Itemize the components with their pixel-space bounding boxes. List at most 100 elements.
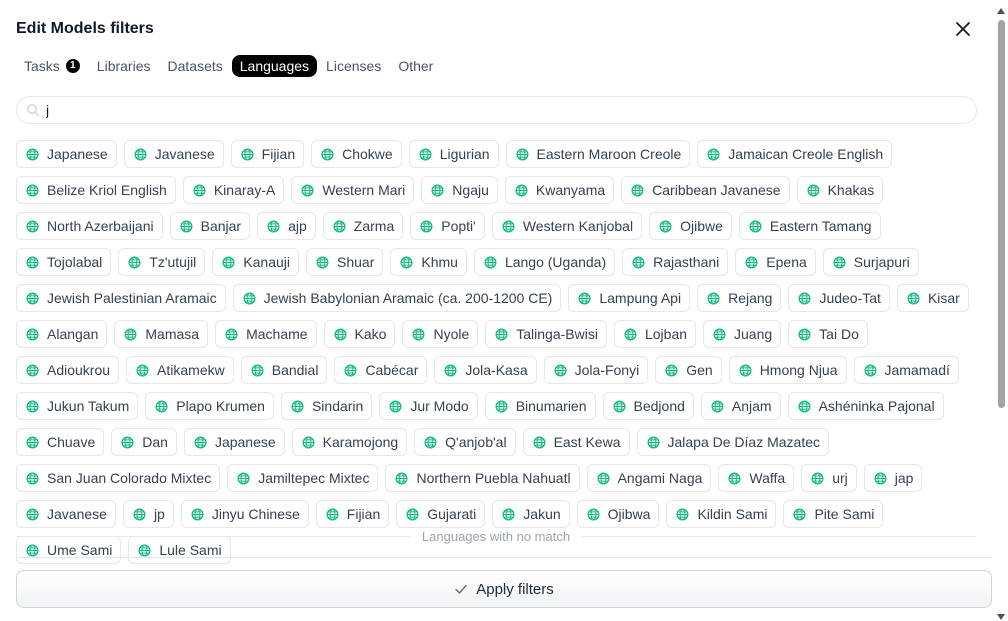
language-chip[interactable]: Shuar [306, 248, 384, 276]
language-chip[interactable]: Caribbean Javanese [621, 176, 790, 204]
language-chip[interactable]: Eastern Maroon Creole [505, 140, 691, 168]
language-chip[interactable]: Kanauji [212, 248, 299, 276]
language-chip[interactable]: Judeo-Tat [788, 284, 890, 312]
language-chip[interactable]: Dan [111, 428, 177, 456]
language-chip[interactable]: Tojolabal [16, 248, 112, 276]
language-chip[interactable]: Jukun Takum [16, 392, 139, 420]
language-chip[interactable]: Kildin Sami [666, 500, 777, 528]
language-chip[interactable]: Eastern Tamang [738, 212, 881, 240]
language-chip[interactable]: Popti' [410, 212, 485, 240]
language-chip[interactable]: Kinaray-A [182, 176, 285, 204]
language-chip[interactable]: Waffa [718, 464, 795, 492]
language-chip[interactable]: Western Mari [291, 176, 415, 204]
language-chip[interactable]: urj [801, 464, 857, 492]
language-chip[interactable]: Adioukrou [16, 356, 120, 384]
language-chip[interactable]: Tz'utujil [118, 248, 206, 276]
language-chip[interactable]: Jola-Fonyi [543, 356, 649, 384]
language-chip[interactable]: Machame [215, 320, 317, 348]
language-chip[interactable]: Lampung Api [568, 284, 691, 312]
language-chip[interactable]: Jalapa De Díaz Mazatec [636, 428, 830, 456]
language-chip[interactable]: Ojibwe [649, 212, 732, 240]
language-chip[interactable]: Japanese [183, 428, 285, 456]
language-chip[interactable]: Chuave [16, 428, 105, 456]
language-chip[interactable]: Jamiltepec Mixtec [227, 464, 379, 492]
tab-libraries[interactable]: Libraries [89, 55, 159, 77]
language-chip[interactable]: Ligurian [408, 140, 499, 168]
tab-languages[interactable]: Languages [231, 55, 318, 77]
language-chip[interactable]: Bandial [240, 356, 328, 384]
language-chip[interactable]: Khmu [390, 248, 467, 276]
scroll-down-arrow-icon[interactable] [997, 614, 1005, 620]
language-chip[interactable]: Talinga-Bwisi [485, 320, 607, 348]
language-chip[interactable]: Juang [703, 320, 782, 348]
language-chip[interactable]: Jewish Palestinian Aramaic [16, 284, 226, 312]
language-chip[interactable]: Jola-Kasa [434, 356, 537, 384]
language-chip[interactable]: Banjar [169, 212, 251, 240]
language-chip[interactable]: Jamaican Creole English [697, 140, 893, 168]
scroll-up-arrow-icon[interactable] [997, 8, 1005, 14]
language-chip[interactable]: Fijian [315, 500, 390, 528]
language-chip[interactable]: Jamamadí [853, 356, 959, 384]
language-chip[interactable]: Epena [735, 248, 816, 276]
language-chip[interactable]: North Azerbaijani [16, 212, 163, 240]
language-chip[interactable]: Atikamekw [126, 356, 234, 384]
language-chip[interactable]: Rejang [697, 284, 782, 312]
language-chip[interactable]: Jewish Babylonian Aramaic (ca. 200-1200 … [232, 284, 562, 312]
globe-icon [749, 220, 762, 232]
language-chip[interactable]: Kwanyama [504, 176, 615, 204]
language-chip[interactable]: Surjapuri [822, 248, 919, 276]
tab-other[interactable]: Other [390, 55, 441, 77]
language-chip[interactable]: Javanese [123, 140, 224, 168]
language-chip[interactable]: Belize Kriol English [16, 176, 176, 204]
language-chip[interactable]: Khakas [796, 176, 884, 204]
tab-tasks[interactable]: Tasks 1 [16, 55, 88, 77]
language-chip[interactable]: Cabécar [334, 356, 428, 384]
language-chip[interactable]: Japanese [16, 140, 117, 168]
scrollbar-thumb[interactable] [998, 20, 1005, 408]
language-chip[interactable]: Tai Do [788, 320, 868, 348]
search-input[interactable] [46, 102, 946, 118]
language-chip[interactable]: Lango (Uganda) [473, 248, 616, 276]
language-chip[interactable]: Lojban [613, 320, 697, 348]
language-chip[interactable]: Alangan [16, 320, 108, 348]
language-chip[interactable]: Western Kanjobal [491, 212, 643, 240]
language-chip[interactable]: Angami Naga [586, 464, 712, 492]
language-chip[interactable]: Gujarati [396, 500, 486, 528]
language-chip[interactable]: Mamasa [114, 320, 209, 348]
language-chip[interactable]: Gen [655, 356, 722, 384]
scrollbar[interactable] [996, 8, 1006, 620]
language-chip[interactable]: Ashéninka Pajonal [787, 392, 944, 420]
language-chip[interactable]: jp [122, 500, 174, 528]
close-button[interactable] [952, 18, 974, 40]
language-chip[interactable]: Fijian [230, 140, 305, 168]
language-chip[interactable]: Anjam [700, 392, 781, 420]
tab-licenses[interactable]: Licenses [318, 55, 389, 77]
language-chip[interactable]: Northern Puebla Nahuatl [385, 464, 580, 492]
language-chip[interactable]: ajp [257, 212, 316, 240]
language-chip[interactable]: Nyole [402, 320, 479, 348]
language-chip[interactable]: Sindarin [280, 392, 373, 420]
language-chip[interactable]: jap [863, 464, 923, 492]
language-chip[interactable]: Bedjond [602, 392, 694, 420]
language-chip[interactable]: Jakun [492, 500, 570, 528]
language-chip[interactable]: Kisar [896, 284, 969, 312]
language-chip[interactable]: East Kewa [522, 428, 630, 456]
language-chip[interactable]: Ngaju [421, 176, 498, 204]
language-chip[interactable]: Q'anjob'al [414, 428, 516, 456]
language-chip[interactable]: Javanese [16, 500, 116, 528]
language-chip[interactable]: Chokwe [311, 140, 402, 168]
apply-filters-button[interactable]: Apply filters [16, 570, 992, 608]
language-chip[interactable]: Hmong Njua [728, 356, 847, 384]
language-chip[interactable]: Plapo Krumen [145, 392, 274, 420]
language-chip[interactable]: Binumarien [484, 392, 596, 420]
language-chip[interactable]: Kako [323, 320, 396, 348]
language-chip[interactable]: Jinyu Chinese [180, 500, 309, 528]
language-chip[interactable]: Ojibwa [576, 500, 660, 528]
language-chip[interactable]: Zarma [322, 212, 404, 240]
language-chip[interactable]: Pite Sami [783, 500, 884, 528]
language-chip[interactable]: Rajasthani [622, 248, 729, 276]
language-chip[interactable]: San Juan Colorado Mixtec [16, 464, 221, 492]
language-chip[interactable]: Karamojong [291, 428, 408, 456]
tab-datasets[interactable]: Datasets [160, 55, 231, 77]
language-chip[interactable]: Jur Modo [379, 392, 478, 420]
